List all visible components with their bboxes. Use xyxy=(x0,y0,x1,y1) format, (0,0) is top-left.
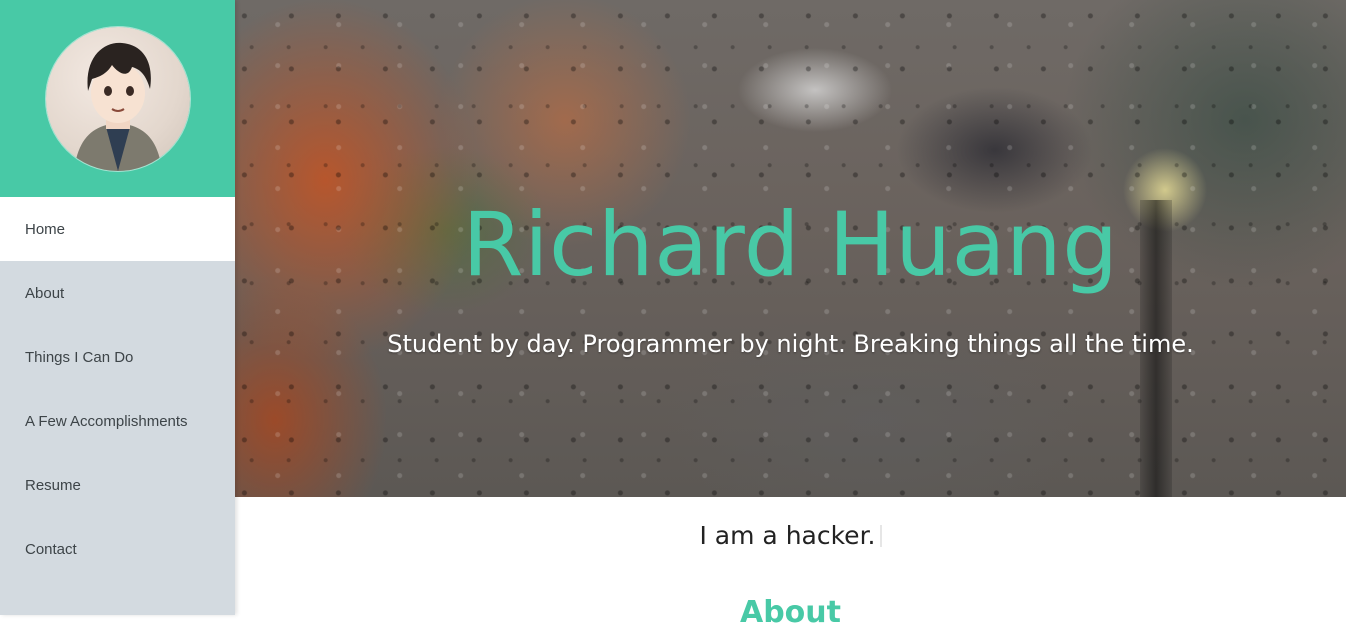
hero-tagline: Student by day. Programmer by night. Bre… xyxy=(387,330,1194,358)
sidebar-item-things-i-can-do[interactable]: Things I Can Do xyxy=(0,325,235,389)
sidebar: Home About Things I Can Do A Few Accompl… xyxy=(0,0,235,615)
sidebar-item-accomplishments[interactable]: A Few Accomplishments xyxy=(0,389,235,453)
sidebar-item-label: Resume xyxy=(25,476,81,494)
avatar-illustration-icon xyxy=(73,42,162,171)
main-content: I am a hacker. About xyxy=(235,497,1346,630)
sidebar-item-label: Contact xyxy=(25,540,77,558)
sidebar-item-label: Home xyxy=(25,220,66,238)
sidebar-item-home[interactable]: Home xyxy=(0,197,235,261)
hero-name: Richard Huang xyxy=(462,193,1119,296)
sidebar-item-contact[interactable]: Contact xyxy=(0,517,235,581)
sidebar-header xyxy=(0,0,235,197)
hero-banner: Richard Huang Student by day. Programmer… xyxy=(235,0,1346,497)
sidebar-item-label: About xyxy=(25,284,65,302)
sidebar-item-label: Things I Can Do xyxy=(25,348,134,366)
typed-text-line: I am a hacker. xyxy=(235,521,1346,550)
typed-text: I am a hacker. xyxy=(699,521,876,550)
sidebar-nav: Home About Things I Can Do A Few Accompl… xyxy=(0,197,235,581)
avatar xyxy=(45,26,190,171)
typing-caret xyxy=(879,525,882,547)
section-heading-about: About xyxy=(739,595,841,630)
sidebar-item-label: A Few Accomplishments xyxy=(25,412,188,430)
sidebar-item-resume[interactable]: Resume xyxy=(0,453,235,517)
sidebar-item-about[interactable]: About xyxy=(0,261,235,325)
